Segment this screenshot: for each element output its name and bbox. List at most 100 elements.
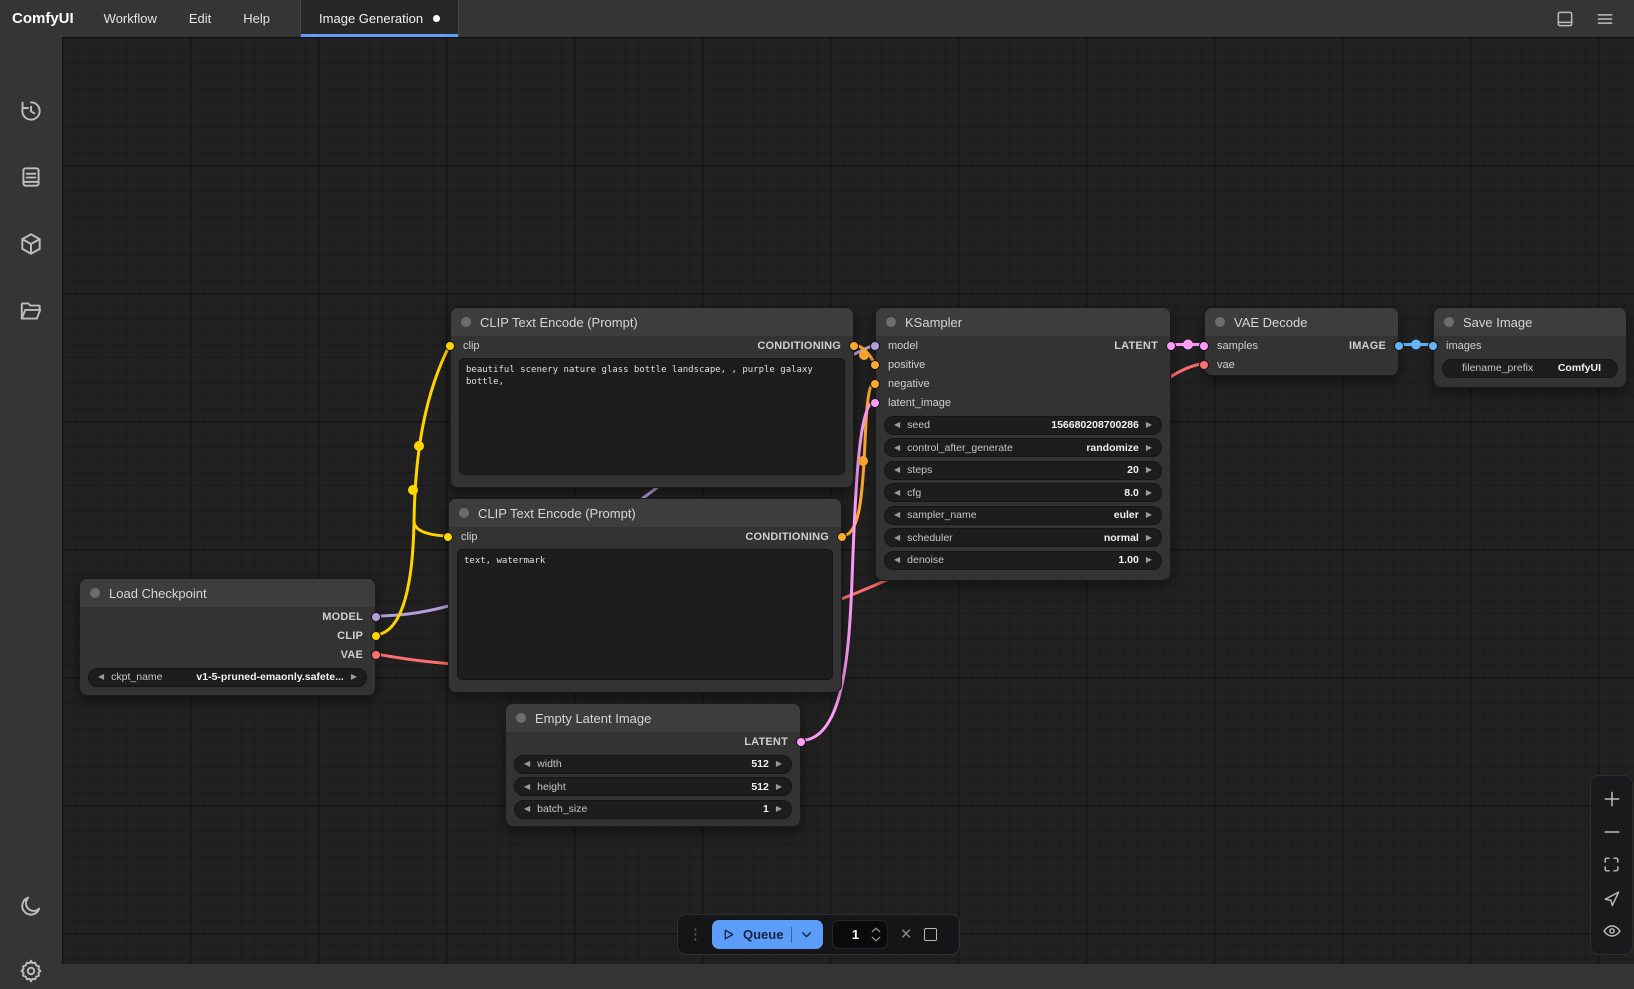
menu-icon[interactable] bbox=[1592, 6, 1618, 32]
port-image-out[interactable] bbox=[1394, 341, 1404, 351]
increment-arrow-icon[interactable]: ▶ bbox=[1146, 466, 1152, 474]
stop-icon[interactable] bbox=[924, 928, 937, 941]
denoise-widget[interactable]: ◀ denoise 1.00 ▶ bbox=[884, 551, 1162, 570]
decrement-arrow-icon[interactable]: ◀ bbox=[524, 760, 530, 768]
node-header[interactable]: KSampler bbox=[876, 308, 1170, 336]
collapse-dot-icon[interactable] bbox=[459, 508, 469, 518]
seed-widget[interactable]: ◀ seed 156680208700286 ▶ bbox=[884, 416, 1162, 435]
cfg-widget[interactable]: ◀ cfg 8.0 ▶ bbox=[884, 483, 1162, 502]
port-model-in[interactable] bbox=[870, 341, 880, 351]
queue-button[interactable]: Queue bbox=[712, 920, 823, 949]
node-library-icon[interactable] bbox=[18, 231, 44, 257]
increment-arrow-icon[interactable]: ▶ bbox=[1146, 489, 1152, 497]
increment-arrow-icon[interactable]: ▶ bbox=[776, 805, 782, 813]
increment-arrow-icon[interactable]: ▶ bbox=[351, 673, 357, 681]
node-vae-decode[interactable]: VAE Decode samples IMAGE vae bbox=[1204, 307, 1399, 376]
collapse-dot-icon[interactable] bbox=[90, 588, 100, 598]
collapse-dot-icon[interactable] bbox=[1215, 317, 1225, 327]
width-widget[interactable]: ◀ width 512 ▶ bbox=[514, 755, 792, 774]
toggle-link-visibility-icon[interactable] bbox=[1600, 919, 1624, 943]
decrement-arrow-icon[interactable]: ◀ bbox=[894, 489, 900, 497]
node-empty-latent-image[interactable]: Empty Latent Image LATENT ◀ width 512 ▶ … bbox=[505, 703, 801, 827]
port-clip-in[interactable] bbox=[443, 532, 453, 542]
collapse-dot-icon[interactable] bbox=[1444, 317, 1454, 327]
settings-gear-icon[interactable] bbox=[18, 958, 44, 984]
zoom-in-icon[interactable] bbox=[1600, 787, 1624, 811]
spinner-up-icon[interactable] bbox=[871, 927, 881, 933]
collapse-dot-icon[interactable] bbox=[516, 713, 526, 723]
node-save-image[interactable]: Save Image images filename_prefix ComfyU… bbox=[1433, 307, 1627, 388]
menu-workflow[interactable]: Workflow bbox=[88, 0, 173, 37]
node-header[interactable]: Load Checkpoint bbox=[80, 579, 375, 607]
clear-queue-icon[interactable]: × bbox=[897, 925, 914, 944]
node-clip-text-encode-negative[interactable]: CLIP Text Encode (Prompt) clip CONDITION… bbox=[448, 498, 842, 693]
workflows-folder-icon[interactable] bbox=[18, 298, 44, 324]
decrement-arrow-icon[interactable]: ◀ bbox=[894, 421, 900, 429]
port-conditioning-out[interactable] bbox=[837, 532, 847, 542]
workflow-history-icon[interactable] bbox=[18, 98, 44, 124]
node-load-checkpoint[interactable]: Load Checkpoint MODEL CLIP VAE ◀ ckpt_na… bbox=[79, 578, 376, 696]
control-after-generate-widget[interactable]: ◀ control_after_generate randomize ▶ bbox=[884, 438, 1162, 457]
port-vae-in[interactable] bbox=[1199, 360, 1209, 370]
menu-edit[interactable]: Edit bbox=[173, 0, 227, 37]
port-negative-in[interactable] bbox=[870, 379, 880, 389]
bottom-panel-icon[interactable] bbox=[1552, 6, 1578, 32]
node-header[interactable]: CLIP Text Encode (Prompt) bbox=[451, 308, 853, 336]
node-header[interactable]: Save Image bbox=[1434, 308, 1626, 336]
port-vae-out[interactable] bbox=[371, 650, 381, 660]
node-header[interactable]: VAE Decode bbox=[1205, 308, 1398, 336]
decrement-arrow-icon[interactable]: ◀ bbox=[894, 534, 900, 542]
sampler-name-widget[interactable]: ◀ sampler_name euler ▶ bbox=[884, 506, 1162, 525]
tab-image-generation[interactable]: Image Generation bbox=[300, 0, 459, 37]
queue-log-icon[interactable] bbox=[18, 164, 44, 190]
decrement-arrow-icon[interactable]: ◀ bbox=[98, 673, 104, 681]
node-header[interactable]: Empty Latent Image bbox=[506, 704, 800, 732]
increment-arrow-icon[interactable]: ▶ bbox=[776, 783, 782, 791]
node-clip-text-encode-positive[interactable]: CLIP Text Encode (Prompt) clip CONDITION… bbox=[450, 307, 854, 488]
increment-arrow-icon[interactable]: ▶ bbox=[1146, 511, 1152, 519]
increment-arrow-icon[interactable]: ▶ bbox=[776, 760, 782, 768]
theme-toggle-moon-icon[interactable] bbox=[18, 893, 44, 919]
decrement-arrow-icon[interactable]: ◀ bbox=[894, 556, 900, 564]
node-graph-canvas[interactable] bbox=[62, 37, 1634, 964]
port-latent-out[interactable] bbox=[796, 737, 806, 747]
node-ksampler[interactable]: KSampler model LATENT positive negative … bbox=[875, 307, 1171, 581]
menu-help[interactable]: Help bbox=[227, 0, 286, 37]
batch-count-input[interactable]: 1 bbox=[832, 920, 888, 949]
port-latent-image-in[interactable] bbox=[870, 398, 880, 408]
collapse-dot-icon[interactable] bbox=[886, 317, 896, 327]
negative-prompt-textarea[interactable]: text, watermark bbox=[457, 549, 833, 680]
decrement-arrow-icon[interactable]: ◀ bbox=[894, 444, 900, 452]
zoom-out-icon[interactable] bbox=[1600, 820, 1624, 844]
port-clip-out[interactable] bbox=[371, 631, 381, 641]
node-header[interactable]: CLIP Text Encode (Prompt) bbox=[449, 499, 841, 527]
port-model-out[interactable] bbox=[371, 612, 381, 622]
port-clip-in[interactable] bbox=[445, 341, 455, 351]
drag-handle-icon[interactable]: ⋮ bbox=[688, 927, 703, 942]
collapse-dot-icon[interactable] bbox=[461, 317, 471, 327]
batch-size-widget[interactable]: ◀ batch_size 1 ▶ bbox=[514, 800, 792, 819]
increment-arrow-icon[interactable]: ▶ bbox=[1146, 421, 1152, 429]
select-mode-icon[interactable] bbox=[1600, 886, 1624, 910]
port-images-in[interactable] bbox=[1428, 341, 1438, 351]
decrement-arrow-icon[interactable]: ◀ bbox=[524, 805, 530, 813]
decrement-arrow-icon[interactable]: ◀ bbox=[894, 511, 900, 519]
filename-prefix-widget[interactable]: filename_prefix ComfyUI bbox=[1442, 359, 1618, 378]
decrement-arrow-icon[interactable]: ◀ bbox=[894, 466, 900, 474]
decrement-arrow-icon[interactable]: ◀ bbox=[524, 783, 530, 791]
fit-view-icon[interactable] bbox=[1600, 853, 1624, 877]
increment-arrow-icon[interactable]: ▶ bbox=[1146, 556, 1152, 564]
increment-arrow-icon[interactable]: ▶ bbox=[1146, 444, 1152, 452]
steps-widget[interactable]: ◀ steps 20 ▶ bbox=[884, 461, 1162, 480]
ckpt-name-widget[interactable]: ◀ ckpt_name v1-5-pruned-emaonly.safete..… bbox=[88, 668, 367, 687]
port-samples-in[interactable] bbox=[1199, 341, 1209, 351]
increment-arrow-icon[interactable]: ▶ bbox=[1146, 534, 1152, 542]
chevron-down-icon[interactable] bbox=[800, 928, 813, 941]
scheduler-widget[interactable]: ◀ scheduler normal ▶ bbox=[884, 528, 1162, 547]
port-latent-out[interactable] bbox=[1166, 341, 1176, 351]
positive-prompt-textarea[interactable]: beautiful scenery nature glass bottle la… bbox=[459, 358, 845, 475]
port-positive-in[interactable] bbox=[870, 360, 880, 370]
height-widget[interactable]: ◀ height 512 ▶ bbox=[514, 777, 792, 796]
spinner-down-icon[interactable] bbox=[871, 936, 881, 942]
port-conditioning-out[interactable] bbox=[849, 341, 859, 351]
